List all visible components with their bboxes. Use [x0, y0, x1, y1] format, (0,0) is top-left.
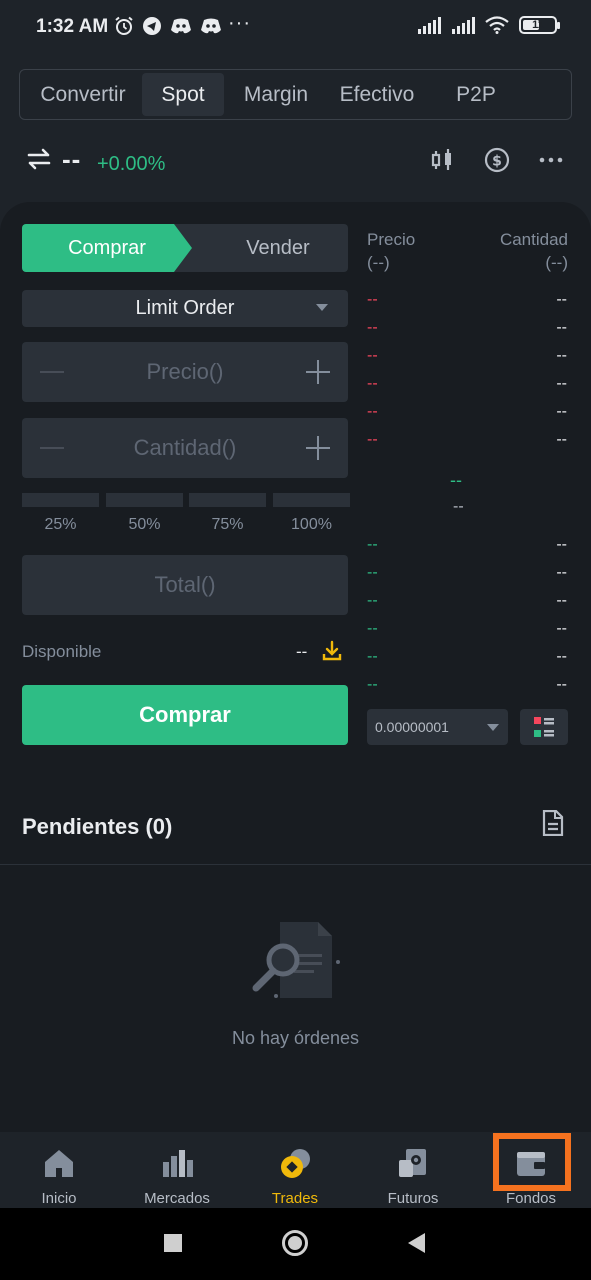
markets-icon [163, 1150, 193, 1177]
signal-icon [452, 17, 475, 34]
orderbook-amount-header: Cantidad (--) [499, 230, 568, 272]
trades-icon [281, 1149, 310, 1178]
amount-input[interactable]: Cantidad() [22, 418, 348, 478]
ask-row[interactable]: -- -- [367, 291, 567, 319]
price-placeholder: Precio() [146, 359, 224, 384]
battery-level: 11 [532, 19, 544, 31]
system-navigation-bar [0, 1208, 591, 1280]
available-value: -- [296, 642, 308, 661]
orderbook-price-header: Precio (--) [367, 230, 416, 272]
pending-orders-title[interactable]: Pendientes (0) [22, 814, 172, 840]
alarm-icon [115, 16, 133, 35]
bid-row[interactable]: -- -- [367, 676, 567, 704]
nav-mercados[interactable]: Mercados [118, 1132, 236, 1208]
more-notifications: ··· [228, 12, 251, 34]
section-divider [0, 864, 591, 865]
back-button[interactable] [408, 1233, 425, 1253]
percentage-75[interactable]: 75% [189, 516, 266, 534]
empty-state-text: No hay órdenes [231, 1028, 360, 1048]
last-price[interactable]: -- [450, 470, 462, 491]
precision-select[interactable]: 0.00000001 [367, 709, 508, 745]
dollar-icon[interactable]: $ [484, 147, 510, 173]
percentage-100[interactable]: 100% [273, 516, 350, 534]
bid-row[interactable]: -- -- [367, 592, 567, 620]
percentage-segment[interactable] [106, 493, 183, 507]
pair-header: -- +0.00% $ [26, 144, 566, 184]
amount-unit: (--) [545, 253, 568, 272]
status-time: 1:32 AM [36, 16, 109, 37]
notification-icons [114, 16, 222, 36]
no-orders-icon [252, 922, 340, 998]
percentage-50[interactable]: 50% [106, 516, 183, 534]
nav-trades[interactable]: Trades [236, 1132, 354, 1208]
svg-text:$: $ [492, 154, 502, 170]
percentage-segment[interactable] [22, 493, 99, 507]
deposit-icon[interactable] [321, 640, 343, 662]
ask-row[interactable]: -- -- [367, 375, 567, 403]
fondos-highlight-box [493, 1133, 571, 1191]
status-bar: 1:32 AM ··· 11 [0, 0, 591, 56]
order-type-label: Limit Order [135, 297, 235, 319]
pair-change: +0.00% [97, 153, 166, 175]
total-placeholder: Total() [154, 572, 216, 597]
battery-icon: 11 [519, 16, 560, 34]
signal-icon [418, 17, 441, 34]
pair-name[interactable]: -- [62, 144, 81, 175]
tab-margin[interactable]: Margin [224, 73, 328, 116]
home-icon [45, 1150, 73, 1177]
swap-icon[interactable] [26, 146, 52, 172]
bid-row[interactable]: -- -- [367, 536, 567, 564]
order-type-select[interactable]: Limit Order [22, 290, 348, 327]
nav-inicio[interactable]: Inicio [0, 1132, 118, 1208]
recent-apps-button[interactable] [164, 1234, 182, 1252]
discord-icon [171, 18, 191, 34]
discord-icon [201, 18, 221, 34]
caret-down-icon [487, 724, 499, 731]
buy-tab[interactable]: Comprar [22, 224, 192, 272]
buy-button[interactable]: Comprar [22, 685, 348, 745]
tab-spot[interactable]: Spot [142, 73, 224, 116]
home-button[interactable] [282, 1230, 308, 1256]
precision-value: 0.00000001 [375, 719, 449, 735]
percentage-segment[interactable] [273, 493, 350, 507]
more-icon[interactable] [538, 147, 564, 173]
bid-row[interactable]: -- -- [367, 620, 567, 648]
telegram-icon [143, 17, 161, 35]
ask-row[interactable]: -- -- [367, 403, 567, 431]
total-input[interactable]: Total() [22, 555, 348, 615]
tab-efectivo[interactable]: Efectivo [328, 73, 426, 116]
amount-placeholder: Cantidad() [133, 435, 237, 460]
price-input[interactable]: Precio() [22, 342, 348, 402]
bid-row[interactable]: -- -- [367, 648, 567, 676]
system-indicators: 11 [417, 16, 560, 34]
orderbook-layout-icon [534, 717, 554, 737]
nav-futuros[interactable]: Futuros [354, 1132, 472, 1208]
tab-p2p[interactable]: P2P [426, 73, 526, 116]
buy-sell-toggle: Vender Comprar [22, 224, 348, 272]
price-unit: (--) [367, 253, 390, 272]
percentage-25[interactable]: 25% [22, 516, 99, 534]
sell-tab[interactable]: Vender [172, 224, 348, 272]
candlestick-chart-icon[interactable] [430, 147, 456, 173]
caret-down-icon [316, 304, 328, 311]
orderbook-layout-button[interactable] [520, 709, 568, 745]
futures-icon [399, 1149, 426, 1177]
wifi-icon [485, 16, 509, 34]
tab-convertir[interactable]: Convertir [24, 73, 142, 116]
percentage-segment[interactable] [189, 493, 266, 507]
percentage-slider[interactable] [22, 493, 350, 507]
ask-row[interactable]: -- -- [367, 431, 567, 459]
bid-row[interactable]: -- -- [367, 564, 567, 592]
order-history-icon[interactable] [541, 810, 565, 836]
ask-row[interactable]: -- -- [367, 347, 567, 375]
ask-row[interactable]: -- -- [367, 319, 567, 347]
last-price-fiat: -- [453, 498, 464, 515]
trade-mode-tabs: Convertir Spot Margin Efectivo P2P [19, 69, 572, 120]
available-label: Disponible [22, 642, 102, 661]
